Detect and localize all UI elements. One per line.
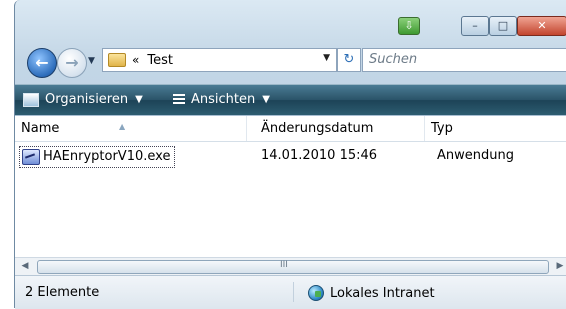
- file-type-cell: Anwendung: [437, 148, 514, 163]
- column-headers: ▲ Name Änderungsdatum Typ: [15, 116, 566, 142]
- column-header-label: Änderungsdatum: [261, 121, 374, 136]
- folder-icon: [108, 53, 126, 67]
- breadcrumb-test[interactable]: Test: [147, 53, 173, 68]
- file-list: ▲ Name Änderungsdatum Typ HAEnryptorV10.…: [15, 115, 566, 274]
- views-icon: [173, 93, 185, 106]
- status-separator: [293, 282, 294, 302]
- views-menu-button[interactable]: Ansichten ▼: [173, 92, 270, 107]
- scroll-left-button[interactable]: ◀: [18, 260, 32, 273]
- scroll-right-button[interactable]: ▶: [553, 260, 566, 273]
- app-glyph: ⇩: [404, 19, 414, 32]
- search-placeholder: Suchen: [369, 52, 418, 67]
- chevron-down-icon: ▼: [262, 94, 270, 105]
- security-zone-label: Lokales Intranet: [330, 285, 435, 301]
- breadcrumb-overflow-chevron[interactable]: «: [132, 53, 139, 67]
- search-input[interactable]: Suchen: [362, 48, 566, 72]
- column-header-label: Typ: [431, 121, 453, 136]
- forward-button[interactable]: →: [57, 48, 87, 78]
- security-zone: Lokales Intranet: [308, 285, 435, 301]
- scrollbar-thumb[interactable]: III: [37, 260, 549, 274]
- scroll-grip-icon: III: [280, 260, 288, 270]
- minimize-icon: –: [472, 19, 478, 32]
- file-date-cell: 14.01.2010 15:46: [261, 148, 378, 163]
- back-button[interactable]: ←: [27, 48, 57, 78]
- organize-icon: [23, 92, 39, 107]
- green-app-icon[interactable]: ⇩: [398, 17, 420, 35]
- chevron-down-icon: ▼: [135, 94, 143, 105]
- maximize-button[interactable]: □: [489, 16, 517, 36]
- close-button[interactable]: ✕: [517, 16, 566, 36]
- address-bar[interactable]: « Test ▼: [102, 48, 337, 72]
- column-header-name[interactable]: ▲ Name: [15, 116, 247, 141]
- refresh-button[interactable]: ↻: [337, 48, 361, 72]
- refresh-icon: ↻: [343, 52, 355, 67]
- column-header-date[interactable]: Änderungsdatum: [255, 116, 425, 141]
- close-icon: ✕: [537, 19, 547, 32]
- item-count: 2 Elemente: [25, 285, 100, 300]
- status-bar: 2 Elemente Lokales Intranet: [15, 275, 566, 309]
- maximize-icon: □: [497, 19, 509, 32]
- table-row[interactable]: HAEnryptorV10.exe 14.01.2010 15:46 Anwen…: [17, 146, 566, 168]
- title-bar[interactable]: ⇩ – □ ✕: [15, 0, 566, 38]
- views-label: Ansichten: [191, 92, 256, 107]
- address-dropdown-icon[interactable]: ▼: [323, 53, 330, 63]
- minimize-button[interactable]: –: [461, 16, 489, 36]
- explorer-window: ⇩ – □ ✕ ← → ▼ « Test ▼ ↻ Suchen Organisi…: [14, 0, 566, 309]
- history-dropdown-icon[interactable]: ▼: [88, 56, 95, 66]
- forward-arrow-icon: →: [65, 53, 79, 72]
- globe-icon: [308, 285, 324, 301]
- file-name: HAEnryptorV10.exe: [43, 149, 171, 164]
- back-arrow-icon: ←: [35, 53, 49, 72]
- application-icon: [22, 149, 40, 165]
- file-name-cell[interactable]: HAEnryptorV10.exe: [19, 146, 176, 168]
- horizontal-scrollbar[interactable]: ◀ III ▶: [15, 257, 566, 275]
- organize-label: Organisieren: [45, 92, 129, 107]
- column-header-label: Name: [21, 121, 60, 136]
- command-toolbar: Organisieren ▼ Ansichten ▼ ?: [15, 84, 566, 115]
- organize-menu-button[interactable]: Organisieren ▼: [23, 92, 143, 107]
- address-row: ← → ▼ « Test ▼ ↻ Suchen: [15, 38, 566, 82]
- column-header-type[interactable]: Typ: [425, 116, 566, 141]
- sort-indicator-icon: ▲: [119, 122, 126, 131]
